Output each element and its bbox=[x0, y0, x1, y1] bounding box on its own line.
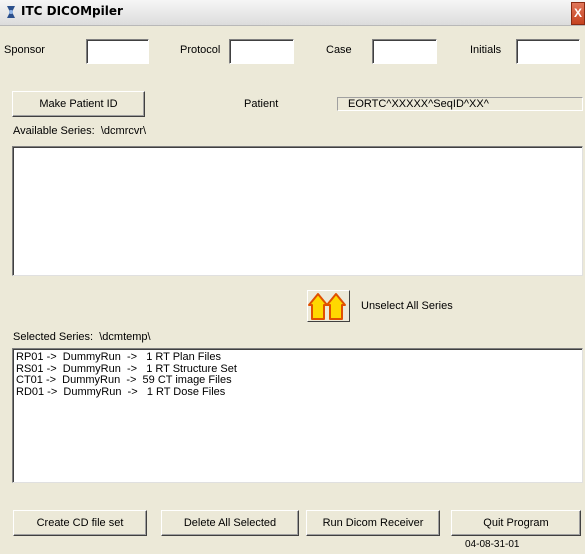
protocol-label: Protocol bbox=[180, 44, 221, 56]
available-series-list[interactable] bbox=[12, 146, 583, 276]
sponsor-label: Sponsor bbox=[4, 44, 45, 56]
run-dicom-receiver-button[interactable]: Run Dicom Receiver bbox=[306, 510, 440, 536]
create-cd-button[interactable]: Create CD file set bbox=[13, 510, 147, 536]
make-patient-id-button[interactable]: Make Patient ID bbox=[12, 91, 145, 117]
unselect-all-label[interactable]: Unselect All Series bbox=[361, 300, 453, 312]
list-item[interactable]: CT01 -> DummyRun -> 59 CT image Files bbox=[13, 374, 582, 387]
sponsor-field[interactable] bbox=[86, 39, 149, 64]
patient-label: Patient bbox=[244, 98, 279, 110]
list-item[interactable]: RD01 -> DummyRun -> 1 RT Dose Files bbox=[13, 386, 582, 399]
patient-id-display: EORTC^XXXXX^SeqID^XX^ bbox=[337, 97, 583, 111]
selected-series-list[interactable]: RP01 -> DummyRun -> 1 RT Plan Files RS01… bbox=[12, 348, 583, 483]
available-series-label: Available Series: \dcmrcvr\ bbox=[13, 125, 147, 137]
protocol-field[interactable] bbox=[229, 39, 294, 64]
unselect-all-button[interactable] bbox=[307, 290, 350, 322]
list-item[interactable]: RP01 -> DummyRun -> 1 RT Plan Files bbox=[13, 351, 582, 364]
case-field[interactable] bbox=[372, 39, 437, 64]
selected-series-label: Selected Series: \dcmtemp\ bbox=[13, 331, 151, 343]
window-title: ITC DICOMpiler bbox=[21, 4, 123, 18]
close-icon: X bbox=[573, 6, 582, 20]
initials-label: Initials bbox=[470, 44, 502, 56]
delete-all-selected-button[interactable]: Delete All Selected bbox=[161, 510, 299, 536]
version-label: 04-08-31-01 bbox=[465, 539, 520, 550]
close-button[interactable]: X bbox=[571, 2, 585, 25]
available-series-path: \dcmrcvr\ bbox=[100, 125, 147, 137]
selected-series-path: \dcmtemp\ bbox=[99, 331, 151, 343]
app-window: ITC DICOMpiler X Sponsor Protocol Case I… bbox=[0, 0, 585, 554]
quit-program-button[interactable]: Quit Program bbox=[451, 510, 581, 536]
app-icon bbox=[7, 6, 15, 18]
double-up-arrow-icon bbox=[308, 293, 346, 320]
initials-field[interactable] bbox=[516, 39, 580, 64]
case-label: Case bbox=[326, 44, 352, 56]
title-bar[interactable]: ITC DICOMpiler X bbox=[0, 0, 585, 26]
